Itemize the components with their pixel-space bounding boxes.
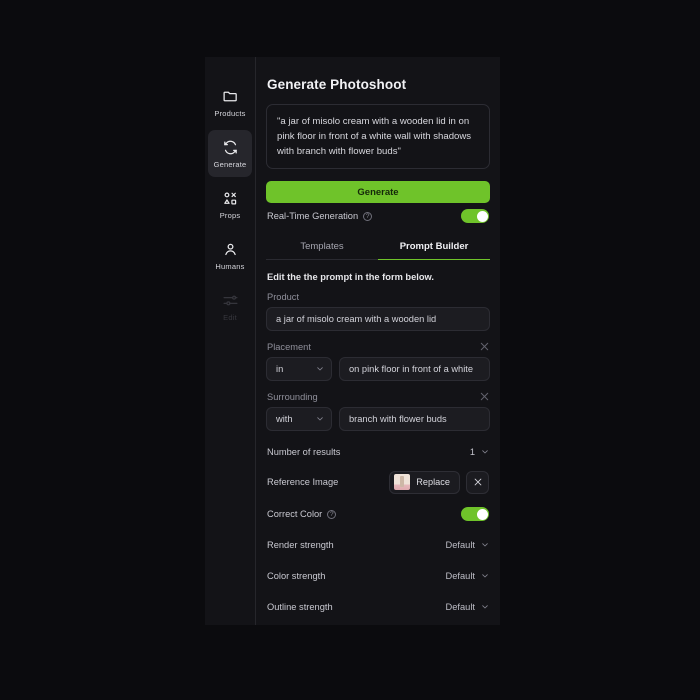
surrounding-label-row: Surrounding bbox=[266, 391, 490, 402]
placement-preposition-value: in bbox=[276, 364, 284, 374]
placement-label-row: Placement bbox=[266, 341, 490, 352]
placement-preposition-select[interactable]: in bbox=[266, 357, 332, 381]
product-label-row: Product bbox=[266, 292, 490, 302]
correct-color-row: Correct Color ? bbox=[266, 499, 490, 529]
chevron-down-icon bbox=[316, 415, 324, 423]
question-icon[interactable]: ? bbox=[363, 211, 373, 221]
sidebar-item-edit[interactable]: Edit bbox=[208, 283, 252, 330]
outline-strength-label: Outline strength bbox=[267, 601, 333, 612]
color-strength-select[interactable]: Default bbox=[446, 571, 489, 581]
sidebar-item-humans[interactable]: Humans bbox=[208, 232, 252, 279]
folder-icon bbox=[222, 88, 239, 105]
realtime-generation-toggle[interactable] bbox=[461, 209, 489, 223]
color-strength-value: Default bbox=[445, 570, 475, 581]
placement-label: Placement bbox=[267, 341, 311, 352]
surrounding-preposition-select[interactable]: with bbox=[266, 407, 332, 431]
render-strength-value: Default bbox=[445, 539, 475, 550]
outline-strength-value: Default bbox=[445, 601, 475, 612]
sidebar-label-products: Products bbox=[214, 108, 246, 118]
product-label: Product bbox=[267, 292, 300, 302]
placement-clear-icon[interactable] bbox=[479, 341, 490, 352]
sidebar-label-generate: Generate bbox=[213, 159, 247, 169]
page-title: Generate Photoshoot bbox=[267, 77, 407, 92]
sidebar-label-props: Props bbox=[219, 210, 241, 220]
number-of-results-value: 1 bbox=[469, 447, 475, 457]
sidebar-label-edit: Edit bbox=[223, 312, 237, 322]
reference-image-label: Reference Image bbox=[267, 477, 339, 487]
form-hint: Edit the the prompt in the form below. bbox=[267, 272, 434, 282]
tab-prompt-builder[interactable]: Prompt Builder bbox=[378, 235, 490, 260]
shapes-icon bbox=[222, 190, 239, 207]
render-strength-select[interactable]: Default bbox=[446, 540, 489, 550]
sidebar-item-generate[interactable]: Generate bbox=[208, 130, 252, 177]
realtime-generation-label: Real-Time Generation ? bbox=[267, 211, 373, 221]
chevron-down-icon bbox=[481, 541, 489, 549]
image-thumbnail bbox=[394, 474, 411, 490]
chevron-down-icon bbox=[481, 572, 489, 580]
refresh-icon bbox=[222, 139, 239, 156]
render-strength-label: Render strength bbox=[267, 539, 334, 550]
sidebar-item-props[interactable]: Props bbox=[208, 181, 252, 228]
color-strength-row: Color strength Default bbox=[266, 560, 490, 591]
surrounding-field-group: with branch with flower buds bbox=[266, 407, 490, 431]
app-window: Products Generate Props Humans Edit Gene… bbox=[0, 0, 700, 700]
generate-panel: Generate Photoshoot "a jar of misolo cre… bbox=[256, 57, 500, 625]
surrounding-clear-icon[interactable] bbox=[479, 391, 490, 402]
chevron-down-icon bbox=[481, 448, 489, 456]
reference-image-row: Reference Image Replace bbox=[266, 465, 490, 499]
toggle-knob bbox=[476, 210, 488, 222]
number-of-results-row: Number of results 1 bbox=[266, 439, 490, 465]
surrounding-preposition-value: with bbox=[276, 414, 293, 424]
generate-button[interactable]: Generate bbox=[266, 181, 490, 203]
realtime-generation-text: Real-Time Generation bbox=[267, 211, 359, 221]
chevron-down-icon bbox=[481, 603, 489, 611]
number-of-results-select[interactable]: 1 bbox=[470, 447, 489, 457]
remove-reference-image-button[interactable] bbox=[466, 470, 489, 494]
outline-strength-select[interactable]: Default bbox=[446, 602, 489, 612]
tab-bar: Templates Prompt Builder bbox=[266, 235, 490, 260]
sidebar-label-humans: Humans bbox=[215, 261, 245, 271]
prompt-textarea[interactable]: "a jar of misolo cream with a wooden lid… bbox=[266, 104, 490, 169]
replace-reference-image-button[interactable]: Replace bbox=[389, 470, 460, 494]
tab-templates[interactable]: Templates bbox=[266, 235, 378, 259]
question-icon[interactable]: ? bbox=[327, 509, 337, 519]
surrounding-input[interactable]: branch with flower buds bbox=[339, 407, 490, 431]
sliders-icon bbox=[222, 292, 239, 309]
placement-input[interactable]: on pink floor in front of a white bbox=[339, 357, 490, 381]
toggle-knob bbox=[476, 508, 488, 520]
correct-color-label: Correct Color ? bbox=[267, 509, 337, 519]
color-strength-label: Color strength bbox=[267, 570, 326, 581]
realtime-generation-row: Real-Time Generation ? bbox=[266, 203, 490, 229]
person-icon bbox=[222, 241, 239, 258]
left-sidebar: Products Generate Props Humans Edit bbox=[205, 57, 255, 625]
outline-strength-row: Outline strength Default bbox=[266, 591, 490, 622]
chevron-down-icon bbox=[316, 365, 324, 373]
correct-color-toggle[interactable] bbox=[461, 507, 489, 521]
sidebar-item-products[interactable]: Products bbox=[208, 79, 252, 126]
number-of-results-label: Number of results bbox=[267, 447, 341, 457]
correct-color-text: Correct Color bbox=[267, 509, 323, 519]
product-input[interactable]: a jar of misolo cream with a wooden lid bbox=[266, 307, 490, 331]
reference-image-controls: Replace bbox=[389, 470, 489, 494]
render-strength-row: Render strength Default bbox=[266, 529, 490, 560]
placement-field-group: in on pink floor in front of a white bbox=[266, 357, 490, 381]
surrounding-label: Surrounding bbox=[267, 391, 318, 402]
replace-label: Replace bbox=[416, 477, 450, 487]
